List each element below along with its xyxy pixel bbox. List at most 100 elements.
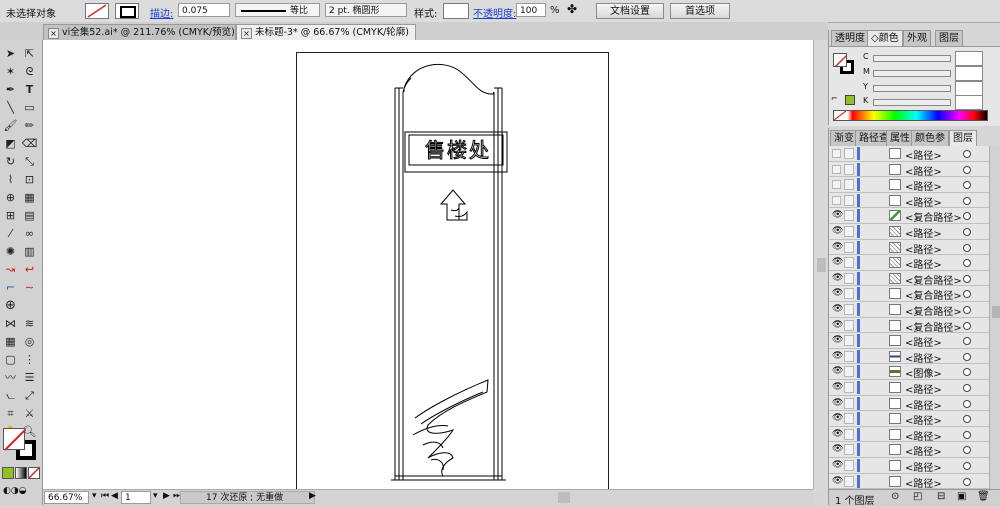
curve-tool-icon[interactable]: ∼ xyxy=(21,280,38,295)
lock-toggle[interactable] xyxy=(844,163,854,175)
preferences-button[interactable]: 首选项 xyxy=(670,3,730,19)
visibility-eye-icon[interactable] xyxy=(832,195,841,205)
screen-mode-icon[interactable]: ◐◑◒ xyxy=(3,486,39,497)
layer-row[interactable]: 👁 <路径> xyxy=(829,395,989,412)
document-setup-button[interactable]: 文档设置 xyxy=(596,3,664,19)
tab-transparency[interactable]: 透明度 xyxy=(831,30,869,46)
tab-appearance[interactable]: 外观 xyxy=(903,30,931,46)
target-circle-icon[interactable] xyxy=(963,228,971,236)
layer-row[interactable]: 👁 <路径> xyxy=(829,411,989,427)
visibility-eye-icon[interactable]: 👁 xyxy=(832,227,843,236)
layer-row[interactable]: 👁 <路径> xyxy=(829,255,989,271)
grid-tool-icon[interactable]: ▦ xyxy=(2,334,19,349)
channel-c-value[interactable] xyxy=(955,51,983,66)
measure-tool-icon[interactable]: ⦦ xyxy=(2,388,19,403)
polar-grid-icon[interactable]: ◎ xyxy=(21,334,38,349)
blob-brush-icon[interactable]: ◩ xyxy=(2,136,19,151)
target-circle-icon[interactable] xyxy=(963,181,971,190)
visibility-eye-icon[interactable]: 👁 xyxy=(832,258,843,267)
artboard-tool-icon[interactable]: ⌗ xyxy=(2,406,19,421)
type-tool-icon[interactable]: T xyxy=(21,82,38,97)
lock-toggle[interactable] xyxy=(844,304,854,315)
visibility-eye-icon[interactable] xyxy=(832,180,841,190)
recolor-icon[interactable]: ✤ xyxy=(567,2,577,16)
channel-m-value[interactable] xyxy=(955,66,983,81)
target-circle-icon[interactable] xyxy=(963,212,971,221)
width-tool-icon[interactable]: ↝ xyxy=(2,262,19,277)
layer-row[interactable]: 👁 <路径> xyxy=(829,458,989,474)
rotate-tool-icon[interactable]: ↻ xyxy=(2,154,19,169)
lock-toggle[interactable] xyxy=(844,397,854,409)
target-circle-icon[interactable] xyxy=(963,384,971,392)
layer-row[interactable]: 👁 <复合路径> xyxy=(829,317,989,334)
target-circle-icon[interactable] xyxy=(963,165,971,174)
layer-row[interactable]: 👁 <复合路径> xyxy=(829,302,989,318)
rectangle-tool-icon[interactable]: ▭ xyxy=(21,100,38,115)
zigzag-icon[interactable]: 〰 xyxy=(2,370,19,385)
visibility-eye-icon[interactable]: 👁 xyxy=(832,351,843,361)
visibility-eye-icon[interactable] xyxy=(832,164,841,174)
layer-row[interactable]: 👁 <路径> xyxy=(829,348,989,365)
last-color-swatch[interactable] xyxy=(845,95,855,105)
layer-row[interactable]: <路径> xyxy=(829,192,989,209)
visibility-eye-icon[interactable]: 👁 xyxy=(832,429,843,439)
target-circle-icon[interactable] xyxy=(963,399,971,408)
visibility-eye-icon[interactable]: 👁 xyxy=(832,336,843,345)
lock-toggle[interactable] xyxy=(844,241,854,253)
channel-k-slider[interactable] xyxy=(873,99,951,106)
layers-scroll-thumb[interactable] xyxy=(992,306,1000,318)
close-icon[interactable]: × xyxy=(48,28,59,39)
variable-width-profile[interactable]: 等比 xyxy=(235,3,320,17)
pen-tool-icon[interactable]: ✒ xyxy=(2,82,19,97)
lock-toggle[interactable] xyxy=(844,148,854,159)
tab-layers[interactable]: 图层 xyxy=(949,130,977,146)
target-circle-icon[interactable] xyxy=(963,243,971,252)
tab-color[interactable]: ◇颜色 xyxy=(867,30,903,46)
visibility-eye-icon[interactable]: 👁 xyxy=(832,461,843,470)
channel-c-slider[interactable] xyxy=(873,55,951,62)
layer-row[interactable]: 👁 <复合路径> xyxy=(829,270,989,287)
status-text-area[interactable]: 17 次还原 ; 无重做 xyxy=(180,491,315,504)
delete-layer-icon[interactable]: 🗑︎ xyxy=(977,491,990,502)
layer-row[interactable]: 👁 <路径> xyxy=(829,473,989,489)
target-circle-icon[interactable] xyxy=(963,462,971,470)
vertical-scroll-thumb[interactable] xyxy=(817,258,826,272)
layer-row[interactable]: 👁 <路径> xyxy=(829,426,989,443)
lock-toggle[interactable] xyxy=(844,194,854,206)
reshape-tool-icon[interactable]: ↩ xyxy=(21,262,38,277)
visibility-eye-icon[interactable]: 👁 xyxy=(832,305,843,314)
new-layer-icon[interactable]: ▣ xyxy=(957,491,966,502)
lasso-icon[interactable]: ᘓ xyxy=(21,64,38,79)
knife-tool-icon[interactable]: ⚔ xyxy=(21,406,38,421)
lock-toggle[interactable] xyxy=(844,413,854,425)
free-transform-icon[interactable]: ⊡ xyxy=(21,172,38,187)
prev-page-icon[interactable]: ◀ xyxy=(111,491,118,501)
target-circle-icon[interactable] xyxy=(963,196,971,205)
magic-wand-icon[interactable]: ✶ xyxy=(2,64,19,79)
layer-row[interactable]: 👁 <复合路径> xyxy=(829,286,989,302)
visibility-eye-icon[interactable]: 👁 xyxy=(832,445,843,454)
vertical-scrollbar[interactable] xyxy=(813,40,829,489)
blend-tool-icon[interactable]: ∞ xyxy=(21,226,38,241)
page-dropdown-icon[interactable]: ▾ xyxy=(153,491,158,501)
anchor-tool-icon[interactable]: ⌐ xyxy=(2,280,19,295)
lock-toggle[interactable] xyxy=(844,350,854,362)
crosshair-tool-icon[interactable]: ⊕ xyxy=(2,298,19,313)
color-mode-icon[interactable] xyxy=(2,467,14,479)
fill-stroke-mini[interactable] xyxy=(833,53,855,75)
target-circle-icon[interactable] xyxy=(963,446,971,455)
stroke-swatch[interactable] xyxy=(115,3,139,19)
tab-color-guide[interactable]: 颜色参 xyxy=(911,130,949,146)
target-circle-icon[interactable] xyxy=(963,274,971,283)
target-circle-icon[interactable] xyxy=(963,306,971,314)
selection-tool-icon[interactable]: ➤ xyxy=(2,46,19,61)
visibility-eye-icon[interactable]: 👁 xyxy=(832,398,843,408)
direct-selection-tool-icon[interactable]: ⇱ xyxy=(21,46,38,61)
paintbrush-icon[interactable]: 🖌 xyxy=(2,118,19,133)
target-circle-icon[interactable] xyxy=(963,290,971,299)
visibility-eye-icon[interactable] xyxy=(832,149,841,158)
first-page-icon[interactable]: ⏮ xyxy=(101,491,109,501)
lock-toggle[interactable] xyxy=(844,257,854,269)
lock-toggle[interactable] xyxy=(844,288,854,300)
column-graph-icon[interactable]: ▥ xyxy=(21,244,38,259)
